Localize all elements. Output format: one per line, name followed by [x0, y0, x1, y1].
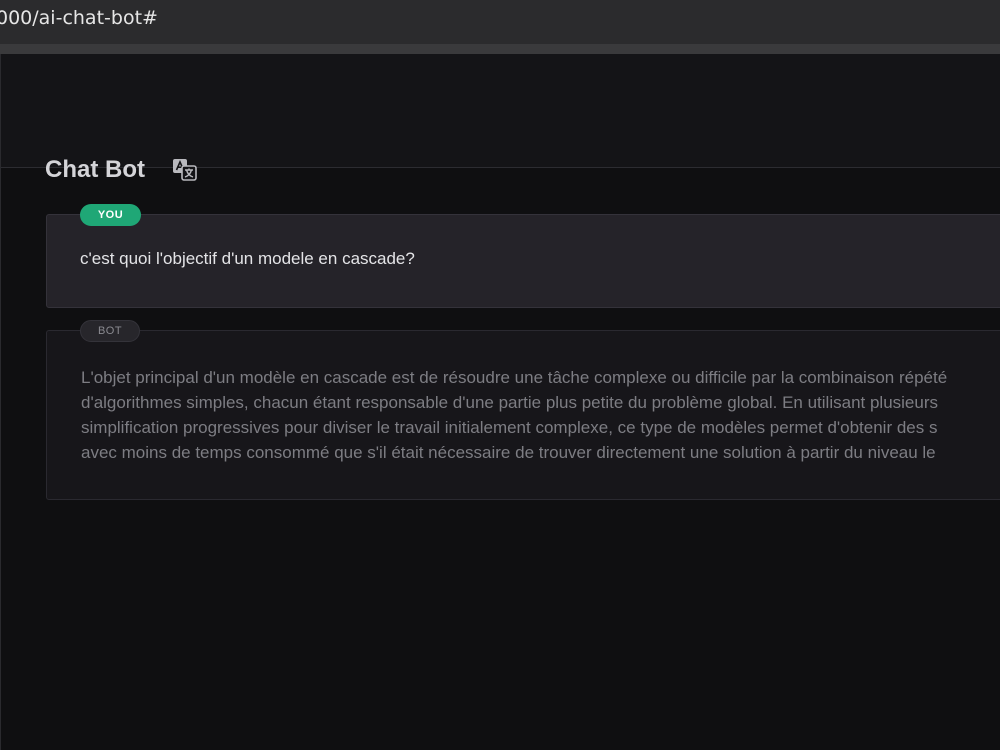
bot-message-line: simplification progressives pour diviser… — [81, 418, 938, 437]
top-navigation-bar — [1, 54, 1000, 168]
bot-message-text: L'objet principal d'un modèle en cascade… — [81, 365, 1000, 465]
bot-message-line: avec moins de temps consommé que s'il ét… — [81, 443, 936, 462]
you-badge: YOU — [80, 204, 141, 226]
bot-message-line: d'algorithmes simples, chacun étant resp… — [81, 393, 938, 412]
translate-button[interactable] — [171, 156, 199, 184]
bot-badge: BOT — [80, 320, 140, 342]
user-message: YOU c'est quoi l'objectif d'un modele en… — [46, 204, 1000, 308]
page-title: Chat Bot — [45, 156, 145, 183]
bot-message-line: L'objet principal d'un modèle en cascade… — [81, 368, 948, 387]
bot-message: BOT L'objet principal d'un modèle en cas… — [46, 320, 1000, 500]
user-message-text: c'est quoi l'objectif d'un modele en cas… — [80, 249, 415, 268]
url-text[interactable]: 000/ai-chat-bot# — [0, 7, 158, 29]
browser-address-bar[interactable]: 000/ai-chat-bot# — [0, 0, 1000, 44]
translate-icon — [172, 159, 197, 181]
browser-toolbar-border — [0, 44, 1000, 54]
chat-header: Chat Bot — [45, 156, 199, 184]
